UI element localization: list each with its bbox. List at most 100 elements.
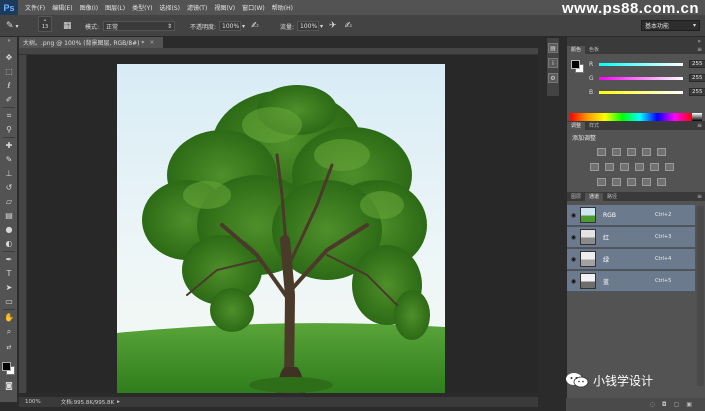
eraser-icon[interactable]: ▱ bbox=[3, 197, 15, 207]
blue-track[interactable] bbox=[599, 90, 683, 94]
swap-colors-icon[interactable]: ⇄ bbox=[3, 343, 15, 353]
panel-scrollbar[interactable] bbox=[697, 206, 704, 386]
menu-layer[interactable]: 图层(L) bbox=[105, 3, 125, 12]
eye-icon[interactable]: ◉ bbox=[567, 234, 580, 241]
grayscale-ramp[interactable] bbox=[692, 113, 702, 121]
color-spectrum[interactable] bbox=[570, 113, 692, 121]
mode-select[interactable]: 正常 ⇕ bbox=[103, 21, 176, 31]
menu-type[interactable]: 类型(Y) bbox=[132, 3, 152, 12]
posterize-icon[interactable] bbox=[612, 178, 621, 186]
chevron-down-icon[interactable]: ▾ bbox=[242, 23, 245, 30]
status-menu-icon[interactable]: ▸ bbox=[117, 399, 120, 405]
close-icon[interactable]: × bbox=[149, 39, 154, 46]
tab-styles[interactable]: 样式 bbox=[585, 122, 603, 130]
levels-icon[interactable] bbox=[612, 148, 621, 156]
brush-panel-toggle[interactable]: ▦ bbox=[63, 20, 72, 32]
tab-layers[interactable]: 图层 bbox=[567, 193, 585, 201]
stamp-icon[interactable]: ⊥ bbox=[3, 169, 15, 179]
marquee-icon[interactable]: ⬚ bbox=[3, 67, 15, 77]
green-track[interactable] bbox=[599, 76, 683, 80]
dodge-icon[interactable]: ◐ bbox=[3, 239, 15, 249]
move-icon[interactable]: ✥ bbox=[3, 53, 15, 63]
flow-input[interactable]: 100% bbox=[297, 21, 320, 31]
channel-row[interactable]: ◉ RGB Ctrl+2 bbox=[567, 205, 695, 226]
red-slider[interactable]: R 255 bbox=[589, 60, 705, 68]
canvas-image[interactable] bbox=[27, 55, 538, 393]
properties-panel-icon[interactable]: ⚙ bbox=[548, 73, 558, 83]
blue-slider[interactable]: B 255 bbox=[589, 88, 705, 96]
zoom-level[interactable]: 100% bbox=[25, 399, 41, 405]
tab-color[interactable]: 颜色 bbox=[567, 46, 586, 54]
eye-icon[interactable]: ◉ bbox=[567, 278, 580, 285]
eye-icon[interactable]: ◉ bbox=[567, 256, 580, 263]
shape-icon[interactable]: ▭ bbox=[3, 297, 15, 307]
red-value[interactable]: 255 bbox=[689, 60, 705, 68]
color-balance-icon[interactable] bbox=[605, 163, 614, 171]
pressure-opacity-icon[interactable]: ✍ bbox=[251, 21, 259, 31]
healing-icon[interactable]: ✚ bbox=[3, 141, 15, 151]
panel-menu-icon[interactable]: ≡ bbox=[697, 193, 702, 201]
menu-filter[interactable]: 滤镜(T) bbox=[187, 3, 207, 12]
vibrance-icon[interactable] bbox=[657, 148, 666, 156]
menu-select[interactable]: 选择(S) bbox=[159, 3, 180, 12]
menu-edit[interactable]: 编辑(E) bbox=[52, 3, 72, 12]
save-selection-icon[interactable]: ◘ bbox=[662, 401, 674, 408]
menu-help[interactable]: 帮助(H) bbox=[272, 3, 293, 12]
channel-row[interactable]: ◉ 红 Ctrl+3 bbox=[567, 227, 695, 248]
brush-tool-preset[interactable]: ✎ ▾ bbox=[6, 20, 19, 32]
channel-mixer-icon[interactable] bbox=[650, 163, 659, 171]
tab-adjustments[interactable]: 调整 bbox=[567, 122, 586, 130]
eyedropper-icon[interactable]: ⚲ bbox=[3, 125, 15, 135]
quick-mask-icon[interactable]: ◙ bbox=[3, 381, 15, 391]
menu-window[interactable]: 窗口(W) bbox=[242, 3, 265, 12]
blur-icon[interactable]: ● bbox=[3, 225, 15, 235]
gradient-map-icon[interactable] bbox=[642, 178, 651, 186]
panel-menu-icon[interactable]: ≡ bbox=[697, 46, 702, 54]
history-brush-icon[interactable]: ↺ bbox=[3, 183, 15, 193]
invert-icon[interactable] bbox=[597, 178, 606, 186]
panel-menu-icon[interactable]: ≡ bbox=[697, 122, 702, 130]
zoom-icon[interactable]: ⌕ bbox=[3, 327, 15, 337]
crop-icon[interactable]: ⌗ bbox=[3, 111, 15, 121]
quick-select-icon[interactable]: ✐ bbox=[3, 95, 15, 105]
brush-icon[interactable]: ✎ bbox=[3, 155, 15, 165]
document-tab[interactable]: 大树。.png @ 100% (背景图层, RGB/8#) * × bbox=[19, 37, 163, 48]
blue-value[interactable]: 255 bbox=[689, 88, 705, 96]
new-channel-icon[interactable]: ▢ bbox=[674, 401, 687, 408]
pressure-size-icon[interactable]: ✍ bbox=[345, 21, 353, 31]
selective-color-icon[interactable] bbox=[657, 178, 666, 186]
foreground-color-swatch[interactable] bbox=[2, 362, 11, 371]
delete-icon[interactable]: ▣ bbox=[686, 401, 699, 408]
red-track[interactable] bbox=[599, 62, 683, 66]
curves-icon[interactable] bbox=[627, 148, 636, 156]
foreground-color-swatch[interactable] bbox=[571, 60, 580, 69]
threshold-icon[interactable] bbox=[627, 178, 636, 186]
hue-saturation-icon[interactable] bbox=[590, 163, 599, 171]
black-white-icon[interactable] bbox=[620, 163, 629, 171]
chevron-down-icon[interactable]: ▾ bbox=[320, 23, 323, 30]
type-icon[interactable]: T bbox=[3, 269, 15, 279]
green-value[interactable]: 255 bbox=[689, 74, 705, 82]
eye-icon[interactable]: ◉ bbox=[567, 212, 580, 219]
exposure-icon[interactable] bbox=[642, 148, 651, 156]
history-panel-icon[interactable]: ▤ bbox=[548, 43, 558, 53]
path-select-icon[interactable]: ➤ bbox=[3, 283, 15, 293]
tab-channels[interactable]: 通道 bbox=[585, 193, 604, 201]
info-panel-icon[interactable]: i bbox=[548, 58, 558, 68]
gradient-icon[interactable]: ▤ bbox=[3, 211, 15, 221]
channel-row[interactable]: ◉ 绿 Ctrl+4 bbox=[567, 249, 695, 270]
green-slider[interactable]: G 255 bbox=[589, 74, 705, 82]
airbrush-icon[interactable]: ✈ bbox=[329, 21, 337, 31]
menu-file[interactable]: 文件(F) bbox=[25, 3, 45, 12]
menu-image[interactable]: 图像(I) bbox=[80, 3, 98, 12]
tab-paths[interactable]: 路径 bbox=[603, 193, 621, 201]
menu-view[interactable]: 视图(V) bbox=[214, 3, 235, 12]
brush-size-picker[interactable]: • 13 bbox=[38, 16, 52, 32]
opacity-input[interactable]: 100% bbox=[219, 21, 242, 31]
lasso-icon[interactable]: ℓ bbox=[3, 81, 15, 91]
brightness-icon[interactable] bbox=[597, 148, 606, 156]
pen-icon[interactable]: ✒ bbox=[3, 255, 15, 265]
load-selection-icon[interactable]: ◌ bbox=[650, 401, 662, 408]
collapse-icon[interactable]: » bbox=[3, 39, 15, 49]
workspace-select[interactable]: 基本功能 ▾ bbox=[641, 20, 700, 31]
